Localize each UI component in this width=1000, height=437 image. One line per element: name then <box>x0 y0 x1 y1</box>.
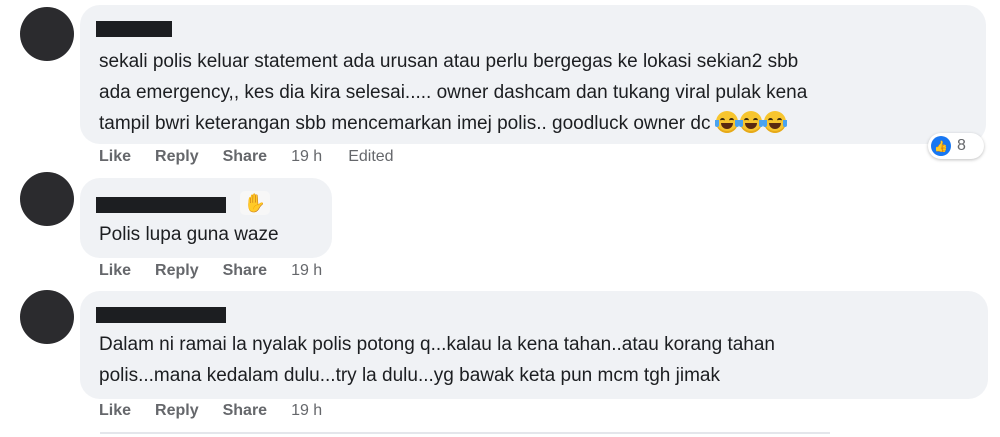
avatar[interactable] <box>20 290 74 344</box>
edited-label[interactable]: Edited <box>348 148 393 166</box>
comment-actions: Like Reply Share 19 h <box>99 402 348 420</box>
reaction-summary[interactable]: 👍 8 <box>928 133 984 159</box>
reply-button[interactable]: Reply <box>155 262 199 280</box>
timestamp[interactable]: 19 h <box>291 148 322 166</box>
comment-actions: Like Reply Share 19 h <box>99 262 348 280</box>
comment-1: sekali polis keluar statement ada urusan… <box>0 0 1000 175</box>
comment-actions: Like Reply Share 19 h Edited <box>99 148 420 166</box>
redacted-author-name[interactable] <box>96 197 226 213</box>
share-button[interactable]: Share <box>223 262 267 280</box>
redacted-author-name[interactable] <box>96 307 226 323</box>
comment-text-line: tampil bwri keterangan sbb mencemarkan i… <box>99 108 788 139</box>
like-button[interactable]: Like <box>99 402 131 420</box>
comment-bubble: ✋ Polis lupa guna waze <box>80 178 332 258</box>
like-button[interactable]: Like <box>99 148 131 166</box>
face-with-tears-of-joy-icon <box>763 111 788 133</box>
like-icon: 👍 <box>931 136 951 156</box>
comment-text-line: ada emergency,, kes dia kira selesai....… <box>99 82 808 103</box>
emoji-group <box>715 111 788 133</box>
avatar[interactable] <box>20 7 74 61</box>
face-with-tears-of-joy-icon <box>715 111 740 133</box>
reply-button[interactable]: Reply <box>155 402 199 420</box>
redacted-author-name[interactable] <box>96 21 172 37</box>
comment-2: ✋ Polis lupa guna waze Like Reply Share … <box>0 172 1000 290</box>
waving-hand-icon[interactable]: ✋ <box>240 191 270 215</box>
like-button[interactable]: Like <box>99 262 131 280</box>
share-button[interactable]: Share <box>223 148 267 166</box>
comment-text-segment: tampil bwri keterangan sbb mencemarkan i… <box>99 113 711 134</box>
timestamp[interactable]: 19 h <box>291 402 322 420</box>
comment-3: Dalam ni ramai la nyalak polis potong q.… <box>0 290 1000 437</box>
share-button[interactable]: Share <box>223 402 267 420</box>
divider <box>100 432 830 434</box>
face-with-tears-of-joy-icon <box>739 111 764 133</box>
reply-button[interactable]: Reply <box>155 148 199 166</box>
reaction-count: 8 <box>957 137 966 154</box>
comment-text-line: Dalam ni ramai la nyalak polis potong q.… <box>99 334 775 355</box>
comment-bubble: Dalam ni ramai la nyalak polis potong q.… <box>80 291 988 399</box>
avatar[interactable] <box>20 172 74 226</box>
comment-text-line: polis...mana kedalam dulu...try la dulu.… <box>99 365 720 386</box>
comment-text-line: sekali polis keluar statement ada urusan… <box>99 51 799 72</box>
timestamp[interactable]: 19 h <box>291 262 322 280</box>
comment-bubble: sekali polis keluar statement ada urusan… <box>80 5 986 144</box>
comment-text-line: Polis lupa guna waze <box>99 224 279 245</box>
